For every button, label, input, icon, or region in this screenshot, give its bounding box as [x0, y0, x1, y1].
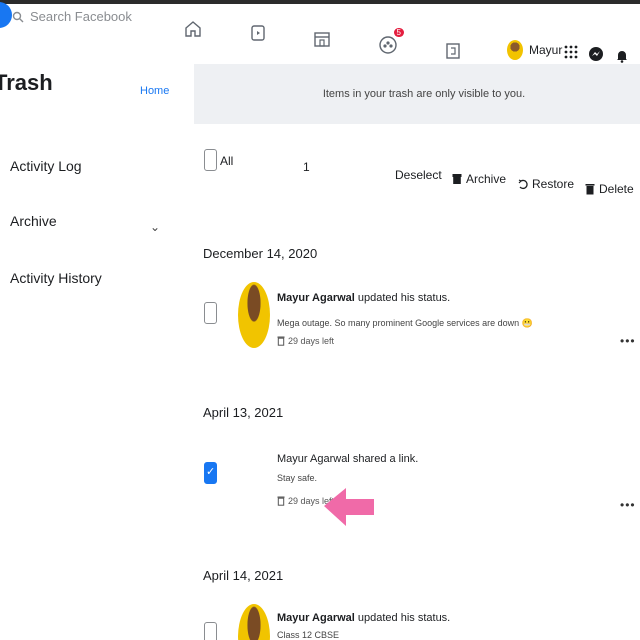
date-heading: December 14, 2020 — [203, 246, 318, 261]
top-navigation-bar: Search Facebook 5 Mayur — [0, 0, 640, 63]
sidebar-item-activity-log[interactable]: Activity Log — [10, 158, 82, 174]
trash-icon — [277, 336, 285, 346]
menu-grid-icon[interactable] — [563, 44, 579, 60]
sidebar-item-activity-history[interactable]: Activity History — [10, 270, 102, 286]
search-icon — [12, 11, 24, 22]
date-heading: April 13, 2021 — [203, 405, 284, 420]
highlight-arrow-icon — [324, 488, 374, 526]
facebook-logo[interactable] — [0, 2, 12, 28]
profile-button[interactable]: Mayur — [507, 40, 562, 60]
notice-text: Items in your trash are only visible to … — [322, 88, 526, 100]
profile-name: Mayur — [529, 43, 563, 57]
selected-count: 1 — [303, 160, 310, 174]
notifications-badge: 5 — [393, 28, 404, 37]
deselect-label: Deselect — [395, 168, 442, 182]
deselect-button[interactable]: Deselect — [395, 168, 442, 182]
post-title[interactable]: Mayur Agarwal updated his status. — [277, 292, 450, 304]
avatar — [507, 40, 523, 60]
post-author[interactable]: Mayur Agarwal — [277, 292, 355, 304]
messenger-icon[interactable] — [588, 46, 604, 62]
home-link[interactable]: Home — [140, 85, 169, 97]
days-left: 29 days left — [288, 336, 335, 346]
notifications-bell-icon[interactable] — [614, 48, 630, 64]
post-title[interactable]: Mayur Agarwal updated his status. — [277, 612, 450, 624]
watch-icon[interactable] — [246, 20, 270, 46]
post-body: Mega outage. So many prominent Google se… — [277, 318, 533, 328]
page-title: Trash — [0, 70, 53, 95]
post-title[interactable]: Mayur Agarwal shared a link. — [277, 453, 418, 465]
window-edge — [0, 0, 640, 4]
groups-icon[interactable]: 5 — [376, 28, 404, 58]
select-all-label: All — [220, 154, 234, 168]
restore-button[interactable]: Restore — [518, 177, 574, 191]
post-checkbox[interactable] — [204, 462, 217, 484]
select-all-checkbox[interactable] — [204, 149, 217, 171]
delete-label: Delete — [599, 182, 634, 196]
search-bar[interactable]: Search Facebook — [12, 9, 132, 24]
avatar — [238, 604, 270, 640]
post-action: updated his status. — [354, 612, 451, 624]
post-action: shared a link. — [349, 453, 419, 465]
search-input[interactable]: Search Facebook — [30, 9, 132, 24]
delete-button[interactable]: Delete — [585, 182, 634, 196]
restore-label: Restore — [532, 177, 575, 191]
post-checkbox[interactable] — [204, 302, 217, 324]
home-icon[interactable] — [181, 16, 205, 42]
trash-icon — [585, 184, 595, 195]
marketplace-icon[interactable] — [310, 26, 334, 52]
date-heading: April 14, 2021 — [203, 568, 284, 583]
trash-notice-banner: Items in your trash are only visible to … — [194, 64, 640, 124]
archive-label: Archive — [466, 172, 507, 186]
post-body: Stay safe. — [277, 473, 318, 483]
restore-icon — [518, 179, 528, 190]
archive-icon — [452, 174, 462, 184]
more-options-icon[interactable]: ••• — [620, 334, 636, 348]
avatar — [238, 282, 270, 348]
chevron-down-icon[interactable]: ⌄ — [150, 220, 160, 234]
sidebar: Trash Home Activity Log Archive ⌄ Activi… — [0, 60, 185, 640]
post-body: Class 12 CBSE — [277, 630, 340, 640]
post-author[interactable]: Mayur Agarwal — [277, 612, 355, 624]
post-checkbox[interactable] — [204, 622, 217, 640]
archive-button[interactable]: Archive — [452, 172, 506, 186]
post-meta: 29 days left — [277, 336, 334, 346]
sidebar-item-archive[interactable]: Archive — [10, 213, 57, 229]
post-action: updated his status. — [354, 292, 451, 304]
gaming-icon[interactable] — [441, 38, 465, 64]
more-options-icon[interactable]: ••• — [620, 498, 636, 512]
post-author[interactable]: Mayur Agarwal — [277, 453, 350, 465]
trash-icon — [277, 496, 285, 506]
